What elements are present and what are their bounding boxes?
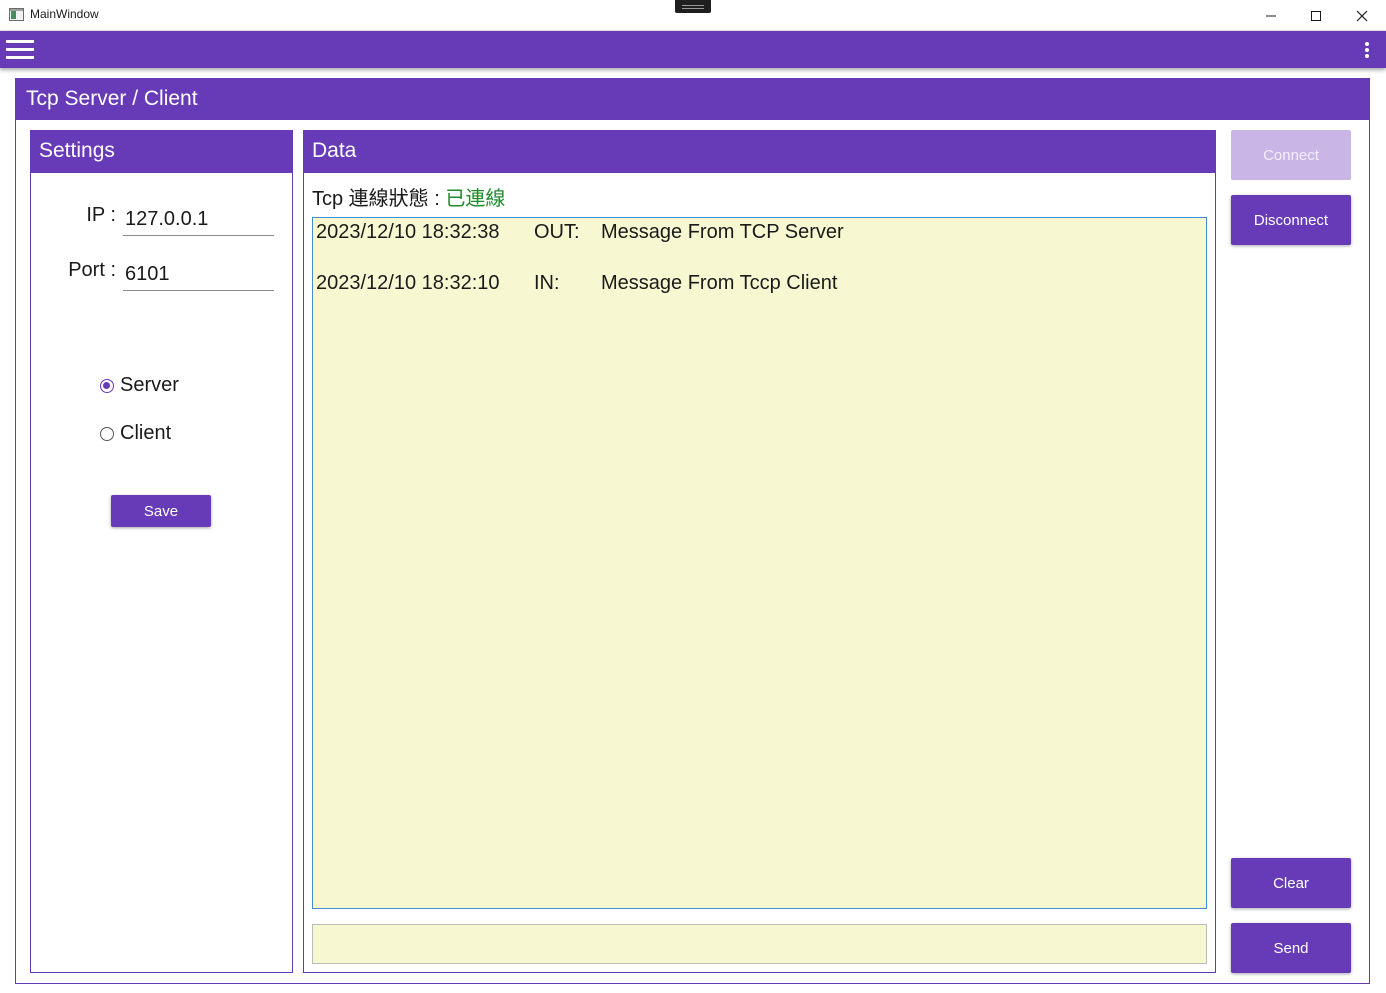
disconnect-button[interactable]: Disconnect: [1231, 195, 1351, 245]
client-radio-label: Client: [120, 422, 172, 444]
page-title: Tcp Server / Client: [16, 79, 1369, 120]
window-title: MainWindow: [30, 7, 99, 21]
port-label: Port :: [68, 259, 116, 281]
data-title: Data: [304, 131, 1215, 173]
minimize-icon: [1266, 15, 1276, 16]
settings-panel: [30, 130, 293, 973]
radio-checked-icon: [100, 378, 114, 393]
hamburger-menu-icon[interactable]: [6, 40, 34, 60]
close-button[interactable]: [1339, 0, 1385, 31]
ip-label: IP :: [86, 204, 116, 226]
send-button[interactable]: Send: [1231, 923, 1351, 973]
save-button[interactable]: Save: [111, 495, 211, 527]
log-message: Message From TCP Server: [601, 221, 844, 243]
server-radio[interactable]: Server: [100, 374, 179, 397]
connect-button[interactable]: Connect: [1231, 130, 1351, 180]
close-icon: [1356, 10, 1368, 21]
status-value: 已連線: [445, 188, 506, 210]
maximize-icon: [1311, 10, 1321, 21]
app-toolbar: [0, 31, 1386, 68]
log-time: 2023/12/10 18:32:10: [316, 272, 500, 294]
radio-unchecked-icon: [100, 426, 114, 441]
more-vertical-icon[interactable]: [1360, 40, 1374, 60]
settings-title: Settings: [31, 131, 292, 173]
message-log[interactable]: 2023/12/10 18:32:38 OUT: Message From TC…: [312, 217, 1207, 909]
minimize-button[interactable]: [1248, 0, 1294, 31]
log-direction: OUT:: [534, 221, 580, 243]
client-radio[interactable]: Client: [100, 422, 171, 445]
server-radio-label: Server: [120, 374, 179, 396]
status-label: Tcp 連線狀態 :: [312, 188, 440, 210]
connection-status: Tcp 連線狀態 : 已連線: [312, 182, 505, 211]
maximize-button[interactable]: [1293, 0, 1339, 31]
log-direction: IN:: [534, 272, 560, 294]
log-time: 2023/12/10 18:32:38: [316, 221, 500, 243]
port-input[interactable]: [123, 259, 274, 291]
clear-button[interactable]: Clear: [1231, 858, 1351, 908]
snap-handle[interactable]: [675, 0, 711, 13]
ip-input[interactable]: [123, 204, 274, 236]
send-message-input[interactable]: [312, 924, 1207, 964]
app-window-icon: [9, 8, 24, 21]
log-message: Message From Tccp Client: [601, 272, 838, 294]
